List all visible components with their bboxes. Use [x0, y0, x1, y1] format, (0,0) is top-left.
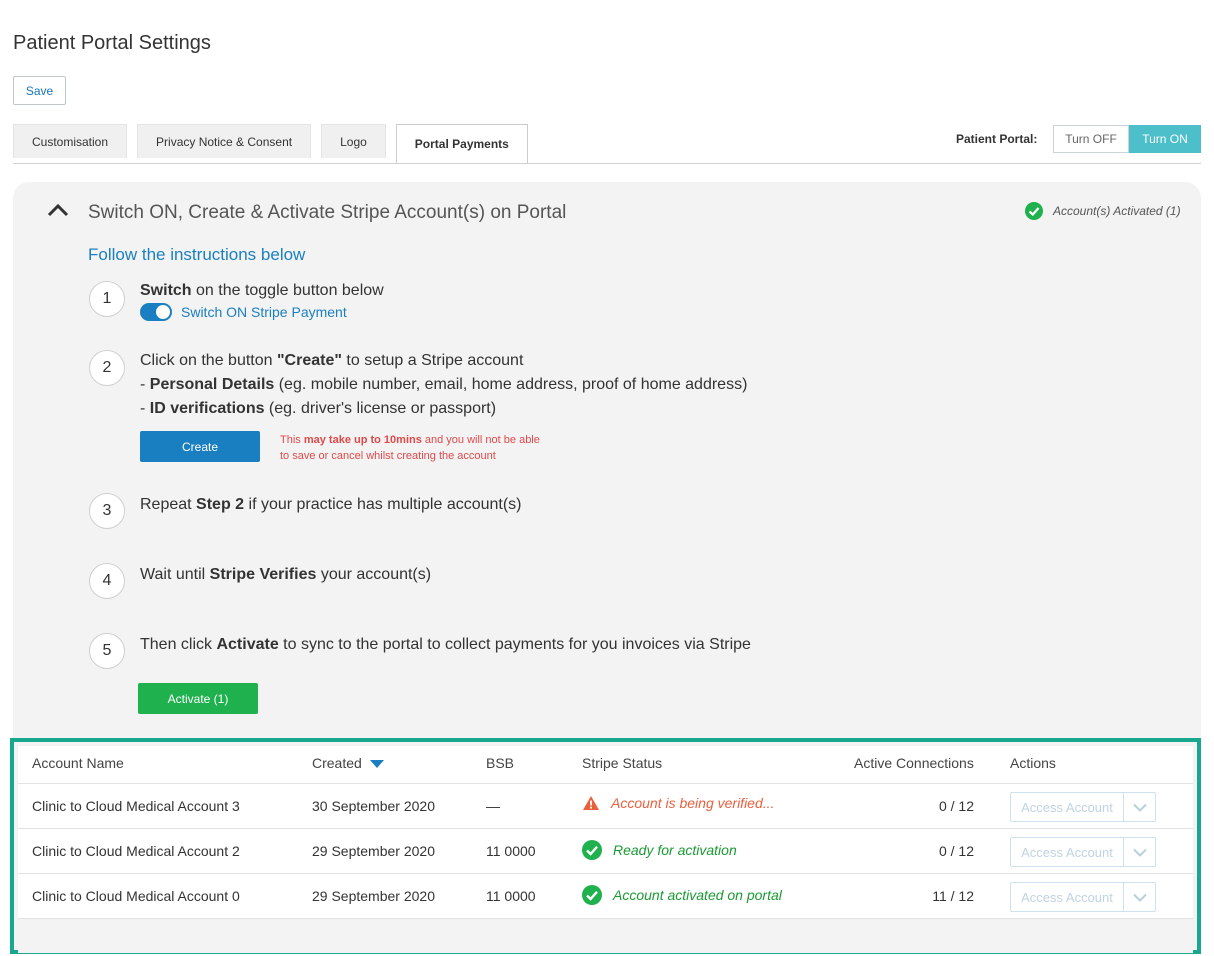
col-stripe-status: Stripe Status — [582, 755, 663, 771]
col-bsb: BSB — [486, 755, 515, 771]
access-account-button[interactable]: Access Account — [1010, 792, 1124, 822]
turn-on-button[interactable]: Turn ON — [1129, 125, 1201, 153]
chevron-down-icon[interactable] — [1124, 837, 1156, 867]
chevron-up-icon[interactable] — [47, 203, 69, 217]
sort-desc-icon — [369, 760, 384, 769]
step-4-text: Wait until Stripe Verifies your account(… — [140, 566, 432, 583]
accounts-table: Account Name Created BSB Stripe Status A… — [18, 746, 1193, 953]
active-connections: 0 / 12 — [938, 843, 974, 859]
account-name: Clinic to Cloud Medical Account 2 — [32, 843, 240, 859]
step-number-5: 5 — [89, 633, 125, 669]
stripe-payment-switch-row: Switch ON Stripe Payment — [140, 303, 347, 321]
step-2-text: Click on the button "Create" to setup a … — [140, 352, 748, 417]
created-date: 29 September 2020 — [312, 843, 435, 859]
bsb-value: — — [486, 798, 500, 814]
chevron-down-icon[interactable] — [1124, 792, 1156, 822]
stripe-payment-switch[interactable] — [140, 303, 172, 321]
instructions-heading: Follow the instructions below — [88, 245, 306, 264]
created-date: 30 September 2020 — [312, 798, 435, 814]
access-account-button[interactable]: Access Account — [1010, 837, 1124, 867]
tab-portal-payments[interactable]: Portal Payments — [395, 124, 528, 164]
tab-logo[interactable]: Logo — [321, 124, 386, 158]
col-account-name: Account Name — [32, 755, 124, 771]
table-header: Account Name Created BSB Stripe Status A… — [18, 746, 1193, 784]
patient-portal-label: Patient Portal: — [956, 132, 1038, 146]
step-number-2: 2 — [89, 350, 125, 386]
account-name: Clinic to Cloud Medical Account 0 — [32, 888, 240, 904]
accounts-table-frame: Account Name Created BSB Stripe Status A… — [10, 738, 1201, 954]
activation-status: Account(s) Activated (1) — [1025, 202, 1181, 220]
bsb-value: 11 0000 — [486, 888, 536, 904]
table-empty-area — [18, 919, 1193, 953]
tab-divider — [13, 163, 1201, 164]
stripe-setup-panel — [13, 182, 1201, 742]
tab-privacy-notice[interactable]: Privacy Notice & Consent — [137, 124, 312, 158]
turn-off-button[interactable]: Turn OFF — [1053, 125, 1129, 153]
col-actions: Actions — [1010, 755, 1056, 771]
tab-bar: Customisation Privacy Notice & Consent L… — [13, 124, 538, 164]
tab-customisation[interactable]: Customisation — [13, 124, 128, 158]
activate-button[interactable]: Activate (1) — [138, 683, 258, 714]
step-5-text: Then click Activate to sync to the porta… — [140, 636, 751, 653]
patient-portal-toggle: Turn OFF Turn ON — [1053, 125, 1201, 153]
section-title: Switch ON, Create & Activate Stripe Acco… — [88, 202, 567, 223]
page-title: Patient Portal Settings — [13, 32, 211, 54]
account-name: Clinic to Cloud Medical Account 3 — [32, 798, 240, 814]
table-row: Clinic to Cloud Medical Account 2 29 Sep… — [18, 829, 1193, 874]
created-date: 29 September 2020 — [312, 888, 435, 904]
col-active-connections: Active Connections — [854, 755, 974, 771]
stripe-status: Ready for activation — [582, 840, 737, 860]
create-button[interactable]: Create — [140, 431, 260, 462]
chevron-down-icon[interactable] — [1124, 882, 1156, 912]
warning-icon — [583, 796, 599, 810]
create-warning-note: This may take up to 10mins and you will … — [280, 434, 540, 462]
active-connections: 11 / 12 — [932, 888, 974, 904]
step-1-text: Switch on the toggle button below — [140, 282, 384, 299]
table-row: Clinic to Cloud Medical Account 3 30 Sep… — [18, 784, 1193, 829]
check-circle-icon — [582, 885, 602, 905]
save-button[interactable]: Save — [13, 76, 66, 105]
stripe-status: Account is being verified... — [582, 795, 774, 811]
access-account-group: Access Account — [1010, 837, 1156, 867]
access-account-group: Access Account — [1010, 792, 1156, 822]
bsb-value: 11 0000 — [486, 843, 536, 859]
col-created[interactable]: Created — [312, 755, 384, 771]
step-number-4: 4 — [89, 563, 125, 599]
table-row: Clinic to Cloud Medical Account 0 29 Sep… — [18, 874, 1193, 919]
activation-status-text: Account(s) Activated (1) — [1053, 204, 1181, 218]
access-account-group: Access Account — [1010, 882, 1156, 912]
stripe-payment-switch-label: Switch ON Stripe Payment — [181, 304, 347, 320]
step-number-3: 3 — [89, 493, 125, 529]
step-number-1: 1 — [89, 281, 125, 317]
access-account-button[interactable]: Access Account — [1010, 882, 1124, 912]
stripe-status: Account activated on portal — [582, 885, 782, 905]
step-3-text: Repeat Step 2 if your practice has multi… — [140, 496, 522, 513]
check-circle-icon — [1025, 202, 1043, 220]
check-circle-icon — [582, 840, 602, 860]
active-connections: 0 / 12 — [938, 798, 974, 814]
